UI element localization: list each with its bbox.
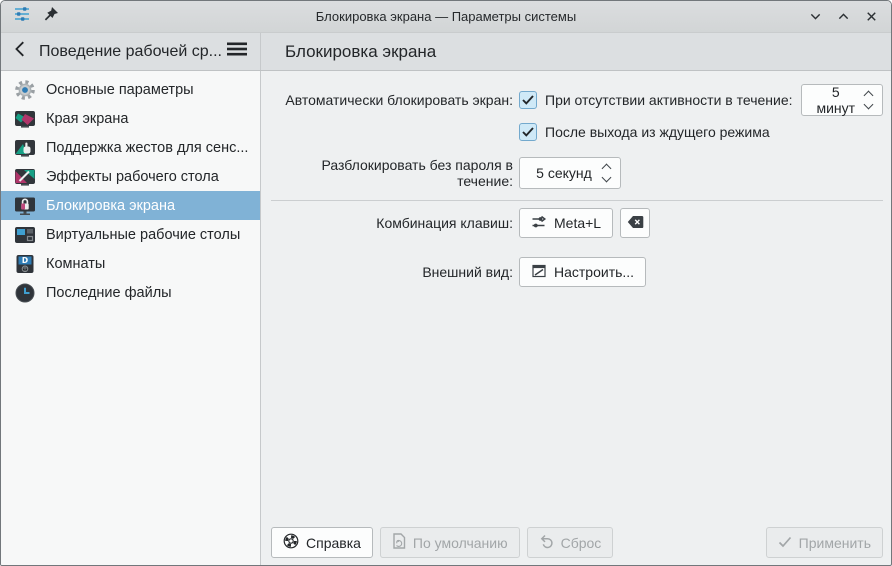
inactivity-checkbox-label: При отсутствии активности в течение: (545, 92, 793, 108)
help-button[interactable]: Справка (271, 527, 373, 558)
sidebar-item-label: Основные параметры (46, 82, 194, 98)
spinbox-arrows[interactable] (598, 163, 620, 184)
help-button-label: Справка (306, 535, 361, 551)
system-settings-window: Блокировка экрана — Параметры системы По… (0, 0, 892, 566)
auto-lock-label: Автоматически блокировать экран: (271, 92, 513, 108)
app-icon (13, 5, 31, 28)
sidebar-item-virtual-desktops[interactable]: Виртуальные рабочие столы (1, 220, 260, 249)
sidebar-item-recent-files[interactable]: Последние файлы (1, 278, 260, 307)
defaults-button-label: По умолчанию (413, 535, 508, 551)
pin-icon[interactable] (43, 6, 59, 27)
spin-up-icon[interactable] (864, 90, 874, 100)
sidebar-item-screen-edges[interactable]: Края экрана (1, 104, 260, 133)
shortcut-value: Meta+L (554, 215, 601, 231)
check-icon (778, 535, 792, 551)
sidebar-item-general[interactable]: Основные параметры (1, 75, 260, 104)
content-header: Блокировка экрана (261, 33, 891, 70)
configure-appearance-button[interactable]: Настроить... (519, 257, 646, 287)
grace-period-spinbox[interactable]: 5 секунд (519, 157, 621, 189)
grace-period-label: Разблокировать без пароля в течение: (271, 157, 513, 189)
appearance-icon (531, 263, 547, 282)
inactivity-duration-spinbox[interactable]: 5 минут (801, 84, 883, 116)
screen-lock-icon (14, 195, 36, 217)
sidebar-item-label: Комнаты (46, 256, 105, 272)
document-revert-icon (392, 533, 406, 552)
reset-button-label: Сброс (561, 535, 602, 551)
sidebar-item-activities[interactable]: D Комнаты (1, 249, 260, 278)
shortcut-label: Комбинация клавиш: (271, 215, 513, 231)
screen-edges-icon (14, 108, 36, 130)
apply-button-label: Применить (799, 535, 871, 551)
appearance-button-label: Настроить... (554, 264, 634, 280)
lock-on-resume-label: После выхода из ждущего режима (545, 124, 770, 140)
check-icon (522, 127, 534, 137)
sidebar: Основные параметры Края экрана (1, 71, 261, 565)
virtual-desktops-icon (14, 224, 36, 246)
footer-buttons: Справка По умолчанию (271, 527, 883, 558)
inactivity-checkbox[interactable] (519, 91, 537, 109)
screen-locking-panel: Автоматически блокировать экран: При отс… (261, 71, 891, 565)
undo-icon (539, 534, 554, 552)
spin-up-icon[interactable] (602, 163, 612, 173)
sidebar-item-label: Поддержка жестов для сенс... (46, 140, 248, 156)
header-row: Поведение рабочей ср... Блокировка экран… (1, 33, 891, 71)
gear-icon (14, 79, 36, 101)
page-title: Блокировка экрана (285, 42, 436, 62)
shortcut-button[interactable]: Meta+L (519, 208, 613, 238)
sidebar-header-title: Поведение рабочей ср... (39, 43, 226, 61)
reset-button[interactable]: Сброс (527, 527, 614, 558)
sidebar-item-label: Края экрана (46, 111, 128, 127)
svg-text:D: D (22, 256, 28, 265)
sidebar-header: Поведение рабочей ср... (1, 33, 261, 70)
form-separator (271, 200, 883, 201)
sidebar-item-label: Последние файлы (46, 285, 172, 301)
inactivity-duration-value: 5 минут (802, 84, 860, 116)
spinbox-arrows[interactable] (860, 90, 882, 111)
spin-down-icon[interactable] (602, 172, 612, 182)
defaults-button[interactable]: По умолчанию (380, 527, 520, 558)
appearance-label: Внешний вид: (271, 264, 513, 280)
sidebar-item-desktop-effects[interactable]: Эффекты рабочего стола (1, 162, 260, 191)
touch-gestures-icon (14, 137, 36, 159)
window-title: Блокировка экрана — Параметры системы (133, 9, 759, 24)
spin-down-icon[interactable] (864, 99, 874, 109)
maximize-button[interactable] (836, 9, 851, 24)
sidebar-item-touch-gestures[interactable]: Поддержка жестов для сенс... (1, 133, 260, 162)
titlebar: Блокировка экрана — Параметры системы (1, 1, 891, 33)
help-icon (283, 533, 299, 552)
sidebar-item-label: Виртуальные рабочие столы (46, 227, 240, 243)
configure-shortcut-icon (531, 214, 547, 233)
back-icon[interactable] (11, 39, 31, 64)
grace-period-value: 5 секунд (520, 165, 598, 181)
backspace-icon (627, 215, 644, 232)
sidebar-item-label: Блокировка экрана (46, 198, 175, 214)
apply-button[interactable]: Применить (766, 527, 883, 558)
minimize-button[interactable] (808, 9, 823, 24)
sidebar-item-screen-locking[interactable]: Блокировка экрана (1, 191, 260, 220)
menu-icon[interactable] (226, 39, 248, 64)
recent-files-icon (14, 282, 36, 304)
check-icon (522, 95, 534, 105)
desktop-effects-icon (14, 166, 36, 188)
lock-on-resume-checkbox[interactable] (519, 123, 537, 141)
clear-shortcut-button[interactable] (620, 208, 650, 238)
sidebar-item-label: Эффекты рабочего стола (46, 169, 219, 185)
activities-icon: D (14, 253, 36, 275)
close-button[interactable] (864, 9, 879, 24)
